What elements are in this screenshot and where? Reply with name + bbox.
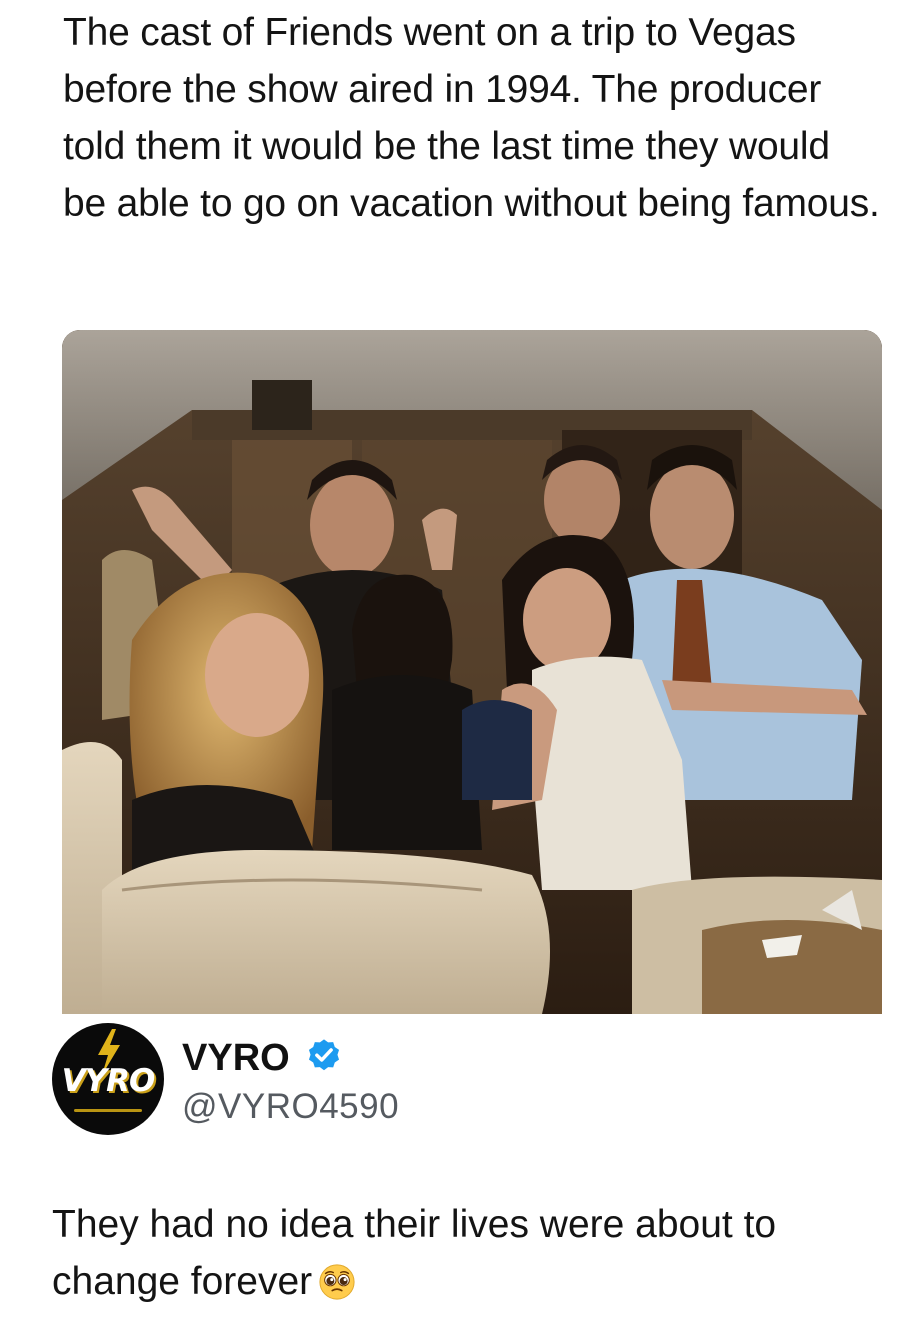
author-card[interactable]: VYRO VYRO @VYRO4590	[52, 1023, 552, 1135]
avatar[interactable]: VYRO	[52, 1023, 164, 1135]
avatar-logo-text: VYRO	[61, 1063, 156, 1099]
author-display-name[interactable]: VYRO	[182, 1037, 290, 1080]
caption-body: They had no idea their lives were about …	[52, 1203, 777, 1303]
cast-photo-image	[62, 330, 882, 1014]
verified-badge-icon	[308, 1039, 340, 1071]
post-photo[interactable]	[62, 330, 882, 1014]
pleading-face-emoji-icon	[319, 1264, 355, 1300]
author-handle[interactable]: @VYRO4590	[182, 1087, 399, 1127]
avatar-tagline-rule	[74, 1109, 142, 1112]
post-text: The cast of Friends went on a trip to Ve…	[63, 11, 880, 225]
caption-text: They had no idea their lives were about …	[52, 1196, 872, 1310]
